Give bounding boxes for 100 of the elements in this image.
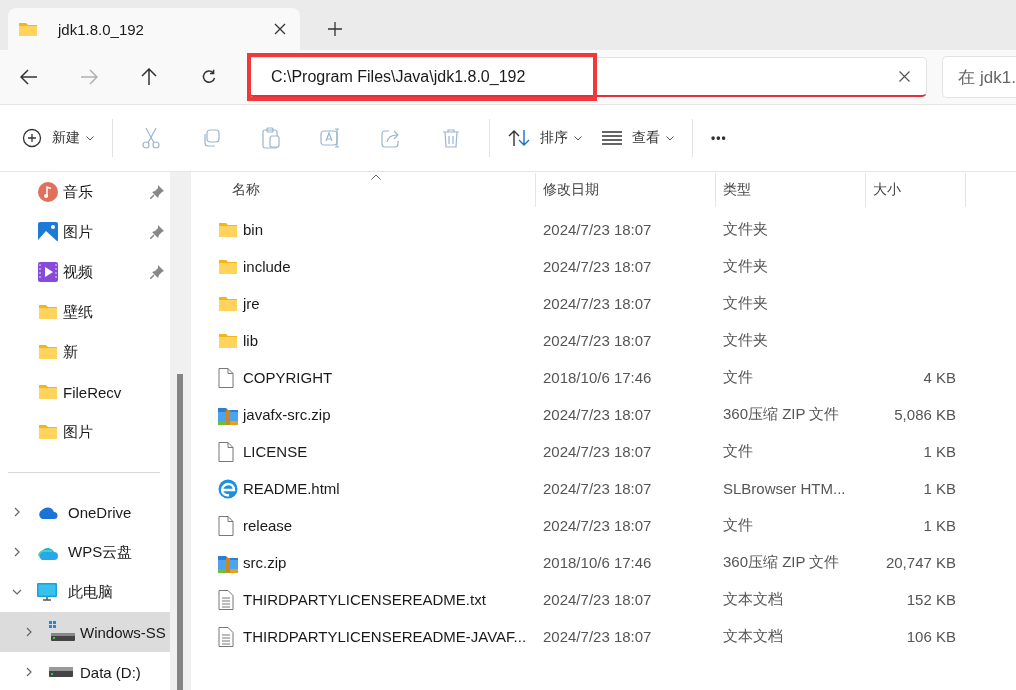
sidebar-item[interactable]: FileRecv bbox=[0, 372, 170, 412]
tree-item[interactable]: Data (D:) bbox=[0, 652, 170, 690]
pin-icon[interactable] bbox=[150, 225, 164, 239]
file-row[interactable]: lib 2024/7/23 18:07 文件夹 bbox=[191, 322, 1016, 359]
clear-icon[interactable] bbox=[899, 71, 911, 82]
tab[interactable]: jdk1.8.0_192 bbox=[8, 8, 300, 50]
column-header[interactable]: 大小 bbox=[866, 173, 966, 207]
picture-icon bbox=[38, 222, 58, 242]
lines-icon bbox=[602, 131, 622, 145]
folder-icon bbox=[38, 344, 58, 360]
file-name: release bbox=[243, 517, 293, 534]
browser-icon bbox=[218, 478, 238, 499]
text-file-icon bbox=[218, 626, 234, 647]
chevron-icon[interactable] bbox=[24, 667, 34, 677]
tree-item[interactable]: OneDrive bbox=[0, 492, 170, 532]
size-cell: 152 KB bbox=[906, 591, 956, 608]
sidebar-item[interactable]: 图片 bbox=[0, 412, 170, 452]
type-cell: 文件 bbox=[723, 442, 753, 461]
view-button[interactable]: 查看 bbox=[592, 118, 684, 158]
address-text: C:\Program Files\Java\jdk1.8.0_192 bbox=[271, 67, 527, 86]
file-name: LICENSE bbox=[243, 443, 308, 460]
column-header[interactable]: 类型 bbox=[716, 173, 866, 207]
pin-icon[interactable] bbox=[150, 185, 164, 199]
sidebar-item[interactable]: 壁纸 bbox=[0, 292, 170, 332]
date-cell: 2024/7/23 18:07 bbox=[543, 295, 652, 312]
file-name: jre bbox=[243, 295, 260, 312]
date-cell: 2024/7/23 18:07 bbox=[543, 406, 652, 423]
folder-icon bbox=[38, 424, 58, 440]
sort-button[interactable]: 排序 bbox=[498, 118, 592, 158]
date-cell: 2018/10/6 17:46 bbox=[543, 369, 652, 386]
size-cell: 1 KB bbox=[923, 443, 956, 460]
type-cell: 文件夹 bbox=[723, 257, 768, 276]
date-cell: 2024/7/23 18:07 bbox=[543, 517, 652, 534]
search-field[interactable]: 在 jdk1. bbox=[942, 56, 1016, 98]
close-icon[interactable] bbox=[274, 23, 286, 35]
date-cell: 2024/7/23 18:07 bbox=[543, 480, 652, 497]
file-icon bbox=[218, 441, 234, 462]
type-cell: 文件夹 bbox=[723, 220, 768, 239]
rename-icon bbox=[320, 128, 342, 148]
file-row[interactable]: LICENSE 2024/7/23 18:07 文件 1 KB bbox=[191, 433, 1016, 470]
pin-icon[interactable] bbox=[150, 265, 164, 279]
back-arrow-icon bbox=[20, 69, 38, 85]
date-cell: 2024/7/23 18:07 bbox=[543, 332, 652, 349]
chevron-icon[interactable] bbox=[12, 587, 22, 597]
file-row[interactable]: release 2024/7/23 18:07 文件 1 KB bbox=[191, 507, 1016, 544]
tree-item[interactable]: Windows-SS bbox=[0, 612, 170, 652]
type-cell: SLBrowser HTM... bbox=[723, 480, 846, 497]
file-row[interactable]: README.html 2024/7/23 18:07 SLBrowser HTM... 1 KB bbox=[191, 470, 1016, 507]
file-name: COPYRIGHT bbox=[243, 369, 333, 386]
chevron-icon[interactable] bbox=[12, 547, 22, 557]
chevron-icon[interactable] bbox=[12, 507, 22, 517]
file-name: THIRDPARTYLICENSEREADME.txt bbox=[243, 591, 486, 608]
up-arrow-icon bbox=[141, 68, 157, 86]
folder-icon bbox=[38, 304, 58, 320]
tree-item[interactable]: WPS云盘 bbox=[0, 532, 170, 572]
refresh-icon bbox=[201, 69, 217, 85]
date-cell: 2024/7/23 18:07 bbox=[543, 443, 652, 460]
type-cell: 文件夹 bbox=[723, 294, 768, 313]
file-name: bin bbox=[243, 221, 264, 238]
forward-arrow-icon bbox=[80, 69, 98, 85]
folder-icon bbox=[218, 295, 238, 312]
tree-item[interactable]: 此电脑 bbox=[0, 572, 170, 612]
plus-circle-icon bbox=[22, 128, 42, 148]
file-row[interactable]: jre 2024/7/23 18:07 文件夹 bbox=[191, 285, 1016, 322]
file-row[interactable]: THIRDPARTYLICENSEREADME-JAVAF... 2024/7/23 18:07 文本文档 106 KB bbox=[191, 618, 1016, 655]
sidebar-item[interactable]: 新 bbox=[0, 332, 170, 372]
scissors-icon bbox=[141, 127, 161, 149]
column-header[interactable]: 修改日期 bbox=[536, 173, 716, 207]
size-cell: 5,086 KB bbox=[894, 406, 956, 423]
folder-icon bbox=[18, 21, 38, 37]
chevron-icon[interactable] bbox=[24, 627, 34, 637]
sort-caret-icon bbox=[371, 174, 381, 180]
caret-icon bbox=[666, 135, 674, 141]
more-button[interactable]: ••• bbox=[701, 118, 737, 158]
date-cell: 2018/10/6 17:46 bbox=[543, 554, 652, 571]
share-icon bbox=[381, 128, 401, 148]
column-header[interactable]: 名称 bbox=[191, 173, 536, 207]
file-row[interactable]: bin 2024/7/23 18:07 文件夹 bbox=[191, 211, 1016, 248]
sidebar-item[interactable]: 音乐 bbox=[0, 172, 170, 212]
file-name: THIRDPARTYLICENSEREADME-JAVAF... bbox=[243, 628, 527, 645]
file-row[interactable]: include 2024/7/23 18:07 文件夹 bbox=[191, 248, 1016, 285]
sidebar-item[interactable]: 视频 bbox=[0, 252, 170, 292]
type-cell: 文本文档 bbox=[723, 627, 783, 646]
sidebar-item[interactable]: 图片 bbox=[0, 212, 170, 252]
file-row[interactable]: THIRDPARTYLICENSEREADME.txt 2024/7/23 18:07 文本文档 152 KB bbox=[191, 581, 1016, 618]
file-row[interactable]: src.zip 2018/10/6 17:46 360压缩 ZIP 文件 20,747 KB bbox=[191, 544, 1016, 581]
type-cell: 360压缩 ZIP 文件 bbox=[723, 405, 840, 424]
size-cell: 106 KB bbox=[906, 628, 956, 645]
file-name: lib bbox=[243, 332, 258, 349]
folder-icon bbox=[218, 221, 238, 238]
file-row[interactable]: javafx-src.zip 2024/7/23 18:07 360压缩 ZIP 文件 5,086 KB bbox=[191, 396, 1016, 433]
new-tab-icon[interactable] bbox=[328, 22, 342, 36]
size-cell: 20,747 KB bbox=[885, 554, 956, 571]
file-name: javafx-src.zip bbox=[243, 406, 331, 423]
scrollbar[interactable] bbox=[170, 172, 190, 690]
text-file-icon bbox=[218, 589, 234, 610]
new-button[interactable]: 新建 bbox=[12, 118, 104, 158]
date-cell: 2024/7/23 18:07 bbox=[543, 628, 652, 645]
copy-icon bbox=[201, 128, 221, 148]
file-row[interactable]: COPYRIGHT 2018/10/6 17:46 文件 4 KB bbox=[191, 359, 1016, 396]
